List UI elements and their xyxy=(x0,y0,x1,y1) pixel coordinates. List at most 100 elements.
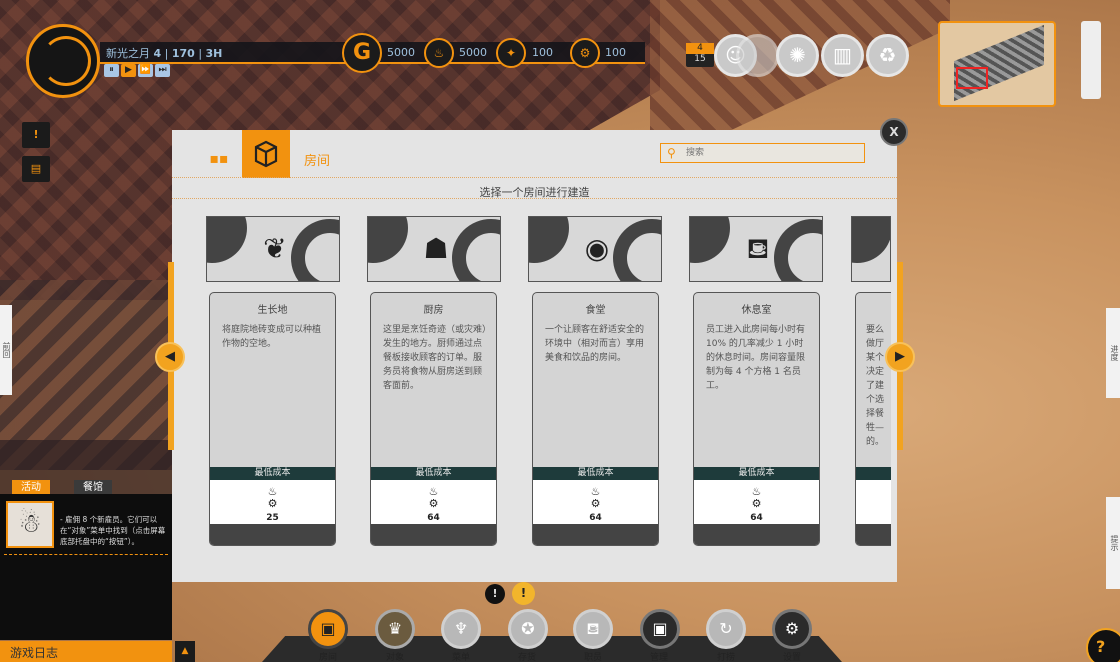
search-input[interactable] xyxy=(686,146,856,160)
toolbar-settings-button[interactable]: ⚙ xyxy=(772,609,812,649)
gear-value: 100 xyxy=(605,46,626,59)
alert-icon[interactable]: ! xyxy=(22,122,50,148)
game-log-footer[interactable]: 游戏日志 xyxy=(0,641,172,662)
minimap[interactable] xyxy=(938,21,1056,107)
room-card-kitchen[interactable]: 厨房 这里是烹饪奇迹（或灾难）发生的地方。厨师通过点餐板接收顾客的订单。服务员将… xyxy=(370,292,497,546)
right-edge-tab-tips[interactable]: 提示 xyxy=(1106,497,1120,589)
gold-icon[interactable]: G xyxy=(342,33,382,73)
card-footer xyxy=(856,524,891,545)
card-arc xyxy=(613,219,661,281)
cost-box: ♨ ⚙ 64 xyxy=(694,480,819,524)
room-card-kitchen-header[interactable]: ☗ xyxy=(367,216,501,282)
toolbar-inventory-button[interactable]: ✪ xyxy=(508,609,548,649)
stats-icon[interactable]: ▥ xyxy=(821,34,864,77)
close-button[interactable]: X xyxy=(880,118,908,146)
left-edge-tab[interactable]: 前回 xyxy=(0,305,12,395)
scroll-left-button[interactable]: ◀ xyxy=(155,342,185,372)
card-arc xyxy=(207,217,247,263)
chat-icon[interactable]: ▤ xyxy=(22,156,50,182)
chef-icon: ☗ xyxy=(423,232,449,265)
card-description: 要么做厅某个决定了建个选择餐牲—的。 xyxy=(866,325,885,447)
sofa-icon: ⛾ xyxy=(746,232,770,265)
sun-icon[interactable]: ✺ xyxy=(776,34,819,77)
toolbar-objects-button[interactable]: ♛ xyxy=(375,609,415,649)
cost-label: 最低成本 xyxy=(694,467,819,480)
gear-icon[interactable]: ⚙ xyxy=(570,38,600,68)
toolbar-manage-button[interactable]: ▣ xyxy=(640,609,680,649)
card-arc xyxy=(529,217,569,263)
pause-button[interactable]: ⏸ xyxy=(104,64,119,77)
search-field[interactable]: ⚲ xyxy=(660,143,865,163)
card-title: 休息室 xyxy=(741,305,772,316)
cost-box: ♨ ⚙ 64 xyxy=(533,480,658,524)
room-card-dining-header[interactable]: ◉ xyxy=(528,216,662,282)
cost-icon: ♨ ⚙ xyxy=(590,485,601,510)
room-tab[interactable] xyxy=(242,130,290,178)
zoom-scroll[interactable] xyxy=(1081,21,1101,99)
room-card-partial-header[interactable] xyxy=(851,216,891,282)
food-value: 5000 xyxy=(459,46,487,59)
divider xyxy=(4,554,168,555)
box-icon xyxy=(254,140,278,168)
cost-value: 64 xyxy=(427,513,440,523)
cost-icon: ♨ ⚙ xyxy=(751,485,762,510)
time-cycle-dial[interactable] xyxy=(26,24,100,98)
toolbar-salvage-button[interactable]: ↻ xyxy=(706,609,746,649)
cost-icon: ♨ ⚙ xyxy=(267,485,278,510)
card-arc xyxy=(690,217,730,263)
room-card-lounge[interactable]: 休息室 员工进入此房间每小时有 10% 的几率减少 1 小时的休息时间。房间容量… xyxy=(693,292,820,546)
fastest-button[interactable]: ⏭ xyxy=(155,64,170,77)
minimap-viewport[interactable] xyxy=(956,67,988,89)
scroll-right-button[interactable]: ▶ xyxy=(885,342,915,372)
cost-label xyxy=(856,467,891,480)
card-arc xyxy=(368,217,408,263)
badge-top-value: 4 xyxy=(686,43,714,54)
power-icon[interactable]: ✦ xyxy=(496,38,526,68)
cost-icon: ♨ ⚙ xyxy=(428,485,439,510)
card-arc xyxy=(774,219,822,281)
room-card-growing-plot[interactable]: 生长地 将庭院地砖变成可以种植作物的空地。 最低成本 ♨ ⚙ 25 xyxy=(209,292,336,546)
toolbar-rooms-button[interactable]: ▣ xyxy=(308,609,348,649)
fast-button[interactable]: ⏩ xyxy=(138,64,153,77)
room-card-partial[interactable]: 要么做厅某个决定了建个选择餐牲—的。 xyxy=(855,292,891,546)
search-icon: ⚲ xyxy=(667,146,676,160)
cost-box: ♨ ⚙ 25 xyxy=(210,480,335,524)
toolbar-menu-button[interactable]: ♆ xyxy=(441,609,481,649)
toolbar-manage-label: 管理 xyxy=(649,653,668,662)
alert-icon[interactable]: ! xyxy=(512,582,535,605)
card-title: 食堂 xyxy=(585,305,606,316)
cost-value: 64 xyxy=(750,513,763,523)
help-icon[interactable]: ? xyxy=(1086,628,1120,662)
toolbar-objects-label: 对象 xyxy=(385,653,404,662)
cost-box: ♨ ⚙ 64 xyxy=(371,480,496,524)
right-edge-tab-progress[interactable]: 进度 xyxy=(1106,308,1120,398)
food-icon[interactable]: ♨ xyxy=(424,38,454,68)
card-title: 厨房 xyxy=(423,305,444,316)
power-value: 100 xyxy=(532,46,553,59)
day-value: 4 xyxy=(153,47,162,60)
play-button[interactable]: ▶ xyxy=(121,64,136,77)
trash-icon[interactable]: ♻ xyxy=(866,34,909,77)
toolbar-staff-button[interactable]: ⛾ xyxy=(573,609,613,649)
toolbar-inventory-label: 存货 xyxy=(517,653,536,662)
grid-tab-icon[interactable]: ▪▪ xyxy=(202,142,236,176)
staff-icon-2[interactable] xyxy=(736,34,779,77)
cost-value: 64 xyxy=(589,513,602,523)
cost-label: 最低成本 xyxy=(533,467,658,480)
cost-value: 25 xyxy=(266,513,279,523)
avatar: ☃ xyxy=(6,501,54,548)
room-card-growing-plot-header[interactable]: ❦ xyxy=(206,216,340,282)
chevron-up-icon[interactable]: ▲ xyxy=(175,641,195,662)
moon-icon xyxy=(41,36,91,86)
card-arc xyxy=(852,217,890,263)
toolbar-rooms-label: 房间 xyxy=(318,653,337,662)
room-card-lounge-header[interactable]: ⛾ xyxy=(689,216,823,282)
notification-badge[interactable]: 4 15 xyxy=(686,43,714,67)
card-footer xyxy=(371,524,496,545)
divider xyxy=(172,177,897,178)
cost-box xyxy=(856,480,891,524)
game-log-label: 游戏日志 xyxy=(10,646,59,660)
warning-icon[interactable]: ! xyxy=(485,584,505,604)
badge-bottom-value: 15 xyxy=(694,54,706,64)
room-card-dining[interactable]: 食堂 一个让顾客在舒适安全的环境中（相对而言）享用美食和饮品的房间。 最低成本 … xyxy=(532,292,659,546)
